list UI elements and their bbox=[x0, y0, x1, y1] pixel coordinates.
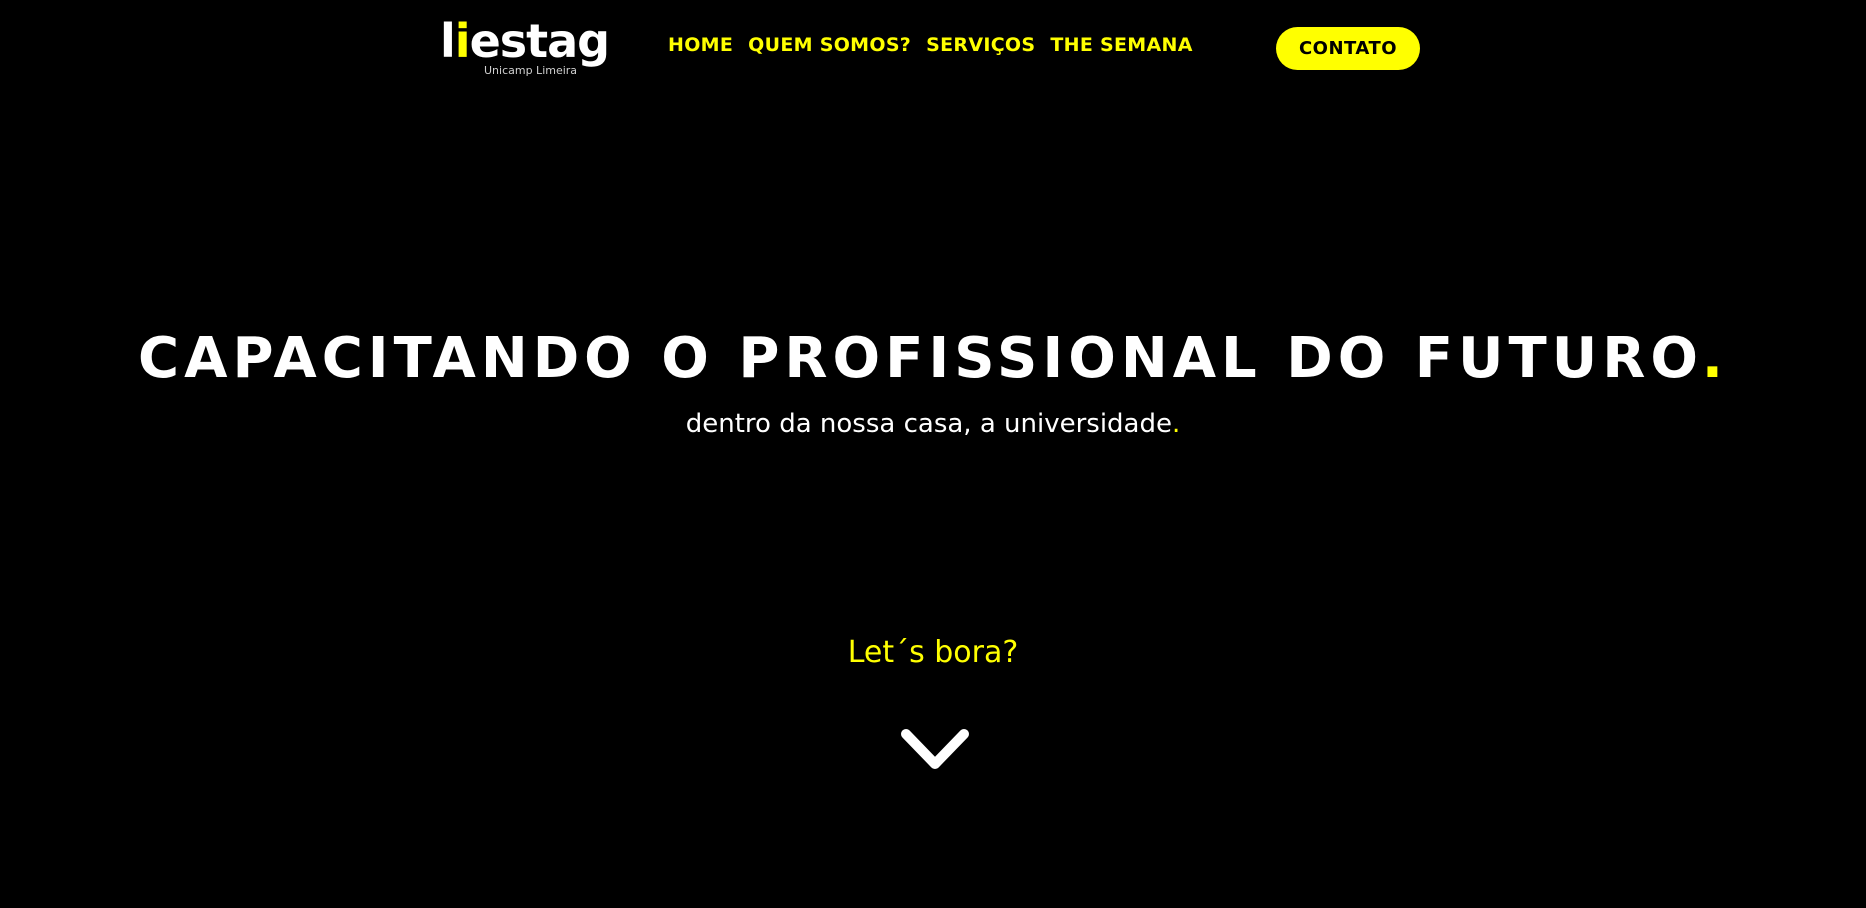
hero-subtitle: dentro da nossa casa, a universidade. bbox=[0, 409, 1866, 439]
hero-title-text: CAPACITANDO O PROFISSIONAL DO FUTURO bbox=[138, 326, 1702, 391]
site-logo[interactable]: liestag Unicamp Limeira bbox=[440, 18, 610, 78]
logo-text-start: l bbox=[440, 14, 456, 68]
logo-subtitle: Unicamp Limeira bbox=[484, 64, 578, 77]
contact-button[interactable]: CONTATO bbox=[1276, 27, 1420, 70]
cta-text: Let´s bora? bbox=[847, 635, 1019, 670]
main-nav: HOME QUEM SOMOS? SERVIÇOS THE SEMANA bbox=[668, 34, 1193, 56]
hero-subtitle-dot: . bbox=[1171, 409, 1181, 439]
page: liestag Unicamp Limeira HOME QUEM SOMOS?… bbox=[0, 0, 1866, 908]
hero-subtitle-text: dentro da nossa casa, a universidade bbox=[685, 409, 1172, 439]
nav-item-quem-somos[interactable]: QUEM SOMOS? bbox=[748, 34, 911, 56]
logo-text-end: estag bbox=[469, 14, 611, 68]
logo-text-accent: i bbox=[454, 14, 471, 68]
chevron-down-icon[interactable] bbox=[898, 726, 972, 778]
nav-item-servicos[interactable]: SERVIÇOS bbox=[926, 34, 1035, 56]
logo-wordmark: liestag bbox=[440, 18, 610, 64]
nav-item-home[interactable]: HOME bbox=[668, 34, 733, 56]
nav-item-the-semana[interactable]: THE SEMANA bbox=[1050, 34, 1192, 56]
hero-title-dot: . bbox=[1701, 326, 1728, 391]
hero-title: CAPACITANDO O PROFISSIONAL DO FUTURO. bbox=[0, 326, 1866, 391]
